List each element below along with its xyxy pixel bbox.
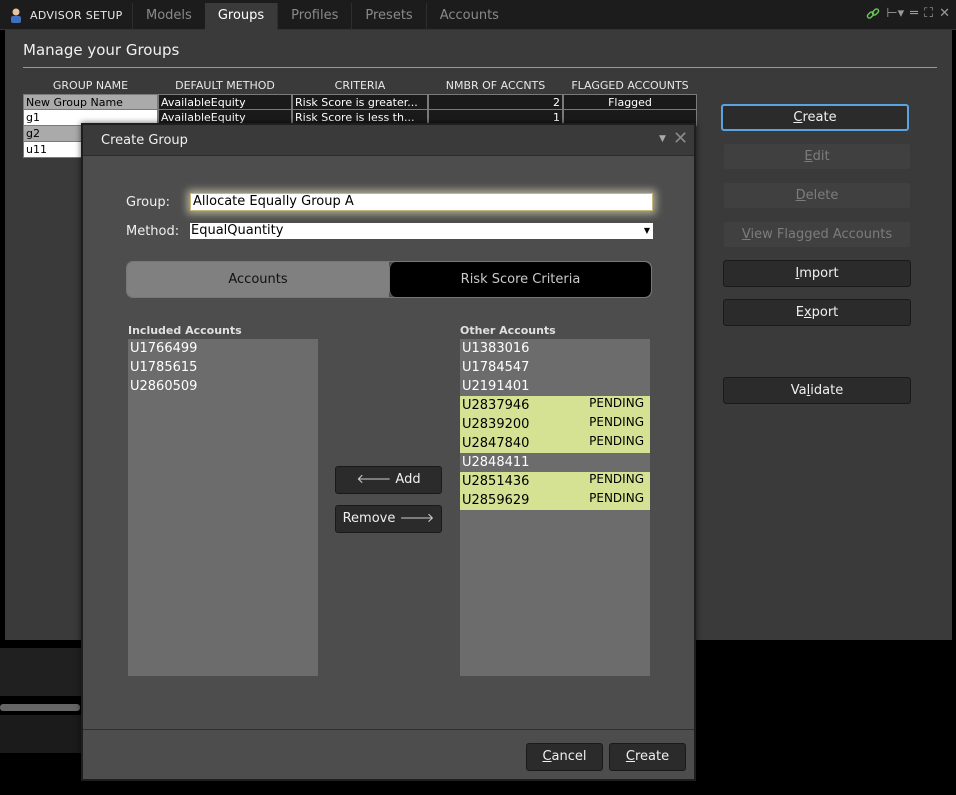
cell-count: 2 [428, 95, 563, 110]
link-icon[interactable] [866, 7, 880, 21]
tab-profiles[interactable]: Profiles [277, 3, 351, 30]
tab-accounts[interactable]: Accounts [425, 3, 512, 30]
app-title: ADVISOR SETUP [30, 8, 123, 22]
method-select[interactable]: EqualQuantity ▼ [190, 223, 653, 239]
title-bar: ADVISOR SETUP Models Groups Profiles Pre… [0, 0, 956, 30]
minimize-icon[interactable]: ═ [910, 5, 918, 23]
cell-group-name: New Group Name [23, 95, 158, 110]
col-default-method[interactable]: DEFAULT METHOD [158, 77, 292, 94]
cell-flagged: Flagged [563, 95, 697, 110]
remove-button[interactable]: Remove 🡒 [335, 505, 442, 533]
page-title: Manage your Groups [23, 41, 180, 59]
tab-accounts-view[interactable]: Accounts [127, 262, 389, 297]
other-accounts-list[interactable]: U1383016 U1784547 U2191401 U2837946 PENDI… [460, 339, 650, 676]
background-scroll-handle[interactable] [0, 704, 80, 711]
advisor-logo-icon [11, 8, 21, 23]
list-item[interactable]: U2847840 PENDING [460, 434, 650, 453]
dropdown-arrow-icon[interactable]: ▼ [659, 134, 666, 144]
app-title-block: ADVISOR SETUP [8, 0, 123, 30]
status-badge: PENDING [589, 415, 644, 429]
list-item[interactable]: U2859629 PENDING [460, 491, 650, 510]
list-item[interactable]: U1766499 [128, 339, 318, 358]
tab-risk-score-criteria[interactable]: Risk Score Criteria [389, 262, 651, 297]
table-header: GROUP NAME DEFAULT METHOD CRITERIA NMBR … [23, 77, 697, 94]
status-badge: PENDING [589, 434, 644, 448]
create-group-button[interactable]: Create [721, 104, 909, 131]
method-label: Method: [126, 224, 180, 239]
cell-criteria: Risk Score is greater... [292, 95, 428, 110]
window-controls: ⊢▾ ═ ⛶ ✕ [866, 5, 950, 23]
export-button[interactable]: Export [723, 299, 911, 326]
tab-bar: Models Groups Profiles Presets Accounts [132, 3, 512, 30]
dropdown-arrow-icon: ▼ [643, 226, 650, 235]
list-item[interactable]: U1383016 [460, 339, 650, 358]
delete-group-button[interactable]: Delete [723, 182, 911, 209]
create-group-dialog: Create Group ▼ ✕ Group: Allocate Equally… [81, 123, 696, 781]
group-label: Group: [126, 195, 170, 210]
status-badge: PENDING [589, 472, 644, 486]
view-toggle: Accounts Risk Score Criteria [126, 261, 652, 298]
add-button[interactable]: 🡐 Add [335, 466, 442, 494]
status-badge: PENDING [589, 491, 644, 505]
group-name-input[interactable]: Allocate Equally Group A [190, 193, 653, 211]
arrow-right-icon: 🡒 [399, 511, 435, 526]
close-icon[interactable]: ✕ [939, 5, 950, 23]
dialog-title-bar[interactable]: Create Group ▼ ✕ [83, 125, 694, 156]
tab-presets[interactable]: Presets [351, 3, 425, 30]
included-accounts-header: Included Accounts [128, 324, 242, 337]
validate-button[interactable]: Validate [723, 377, 911, 404]
tab-groups[interactable]: Groups [204, 3, 278, 30]
cancel-button[interactable]: Cancel [526, 743, 603, 771]
col-flagged-accounts[interactable]: FLAGGED ACCOUNTS [563, 77, 697, 94]
table-row[interactable]: New Group Name AvailableEquity Risk Scor… [23, 94, 697, 110]
cell-method: AvailableEquity [158, 95, 292, 110]
other-accounts-header: Other Accounts [460, 324, 556, 337]
view-flagged-accounts-button[interactable]: View Flagged Accounts [723, 221, 911, 248]
arrow-left-icon: 🡐 [356, 472, 392, 487]
status-badge: PENDING [589, 396, 644, 410]
list-item[interactable]: U1785615 [128, 358, 318, 377]
edit-group-button[interactable]: Edit [723, 143, 911, 170]
close-icon[interactable]: ✕ [673, 130, 688, 148]
tab-models[interactable]: Models [132, 3, 205, 30]
pin-icon[interactable]: ⊢▾ [886, 5, 904, 23]
col-group-name[interactable]: GROUP NAME [23, 77, 158, 94]
dialog-title: Create Group [101, 133, 188, 148]
col-account-count[interactable]: NMBR OF ACCNTS [428, 77, 563, 94]
import-button[interactable]: Import [723, 260, 911, 287]
maximize-icon[interactable]: ⛶ [924, 5, 933, 23]
list-item[interactable]: U1784547 [460, 358, 650, 377]
included-accounts-list[interactable]: U1766499 U1785615 U2860509 [128, 339, 318, 676]
method-value: EqualQuantity [191, 223, 284, 238]
title-divider [23, 67, 937, 68]
list-item[interactable]: U2860509 [128, 377, 318, 396]
col-criteria[interactable]: CRITERIA [292, 77, 428, 94]
create-button[interactable]: Create [609, 743, 686, 771]
dialog-footer-divider [83, 729, 694, 730]
